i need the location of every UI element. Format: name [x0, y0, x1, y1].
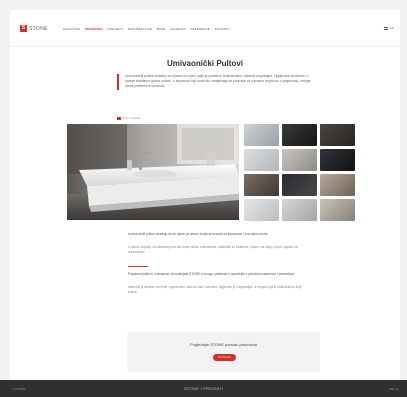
section-divider — [128, 266, 148, 267]
gallery-thumbnail[interactable] — [320, 174, 355, 196]
gallery-label: Foto Galerija — [117, 116, 140, 120]
gallery-main-photo[interactable] — [67, 124, 239, 220]
nav-item-galerija[interactable]: GALERIJA — [170, 27, 185, 31]
gallery-thumbnails — [244, 124, 355, 221]
description-paragraph: Popularni pultovi i umivaonici od materi… — [128, 272, 296, 276]
nav-item-namjestaj[interactable]: NAMJEŠTAJ OD — [128, 27, 152, 31]
footer-credit[interactable]: Web by — [389, 387, 399, 391]
language-label: HR — [389, 26, 394, 30]
nav-item-kontakt[interactable]: KONTAKT — [215, 27, 230, 31]
gallery-thumbnail[interactable] — [282, 124, 317, 146]
logo-text: STONE — [29, 25, 48, 32]
description-paragraph: U izboru bojanja i kombiniranja sa bilo … — [128, 245, 298, 254]
gallery-thumbnail[interactable] — [282, 199, 317, 221]
gallery-thumbnail[interactable] — [244, 174, 279, 196]
gallery-thumbnail[interactable] — [244, 124, 279, 146]
top-navigation: S STONE NASLOVNA PROIZVODI PROJEKTI NAMJ… — [10, 10, 400, 47]
gallery-thumbnail[interactable] — [282, 149, 317, 171]
gallery-thumbnail[interactable] — [244, 199, 279, 221]
cta-box: Pogledajte STONE ponudu proizvoda Proizv… — [127, 332, 320, 372]
description-paragraph: Umivaonički pultovi izrađuju se do mjere… — [128, 232, 269, 236]
gallery-thumbnail[interactable] — [320, 124, 355, 146]
gallery-label-text: Foto Galerija — [123, 116, 141, 120]
nav-item-boje[interactable]: BOJE — [157, 27, 165, 31]
cta-title: Pogledajte STONE ponudu proizvoda — [190, 342, 257, 347]
gallery-thumbnail[interactable] — [320, 149, 355, 171]
intro-text: Umivaonički pultovi izrađuju se upravo p… — [117, 74, 318, 90]
logo-mark-icon: S — [20, 25, 27, 32]
nav-item-projekti[interactable]: PROJEKTI — [108, 27, 123, 31]
products-button[interactable]: Proizvodi — [213, 354, 236, 361]
flag-icon — [383, 26, 388, 30]
gallery-thumbnail[interactable] — [282, 174, 317, 196]
gallery-thumbnail[interactable] — [244, 149, 279, 171]
nav-item-naslovna[interactable]: NASLOVNA — [63, 27, 80, 31]
logo[interactable]: S STONE — [20, 25, 48, 32]
gallery-thumbnail[interactable] — [320, 199, 355, 221]
page-title: Umivaonički Pultovi — [166, 59, 244, 68]
gallery-icon — [117, 116, 121, 120]
nav-item-proizvodi[interactable]: PROIZVODI — [85, 27, 102, 31]
main-menu: NASLOVNA PROIZVODI PROJEKTI NAMJEŠTAJ OD… — [63, 27, 229, 31]
description-paragraph: Materijal je otporan na mrlje i ogreboti… — [128, 285, 302, 294]
language-switcher[interactable]: HR — [383, 26, 394, 30]
footer: © STONE ISTONE + PROJEKTI Web by — [0, 380, 407, 397]
footer-logos[interactable]: ISTONE + PROJEKTI — [0, 386, 407, 391]
nav-item-reference[interactable]: REFERENCE — [190, 27, 209, 31]
page-container: S STONE NASLOVNA PROIZVODI PROJEKTI NAMJ… — [10, 10, 400, 388]
